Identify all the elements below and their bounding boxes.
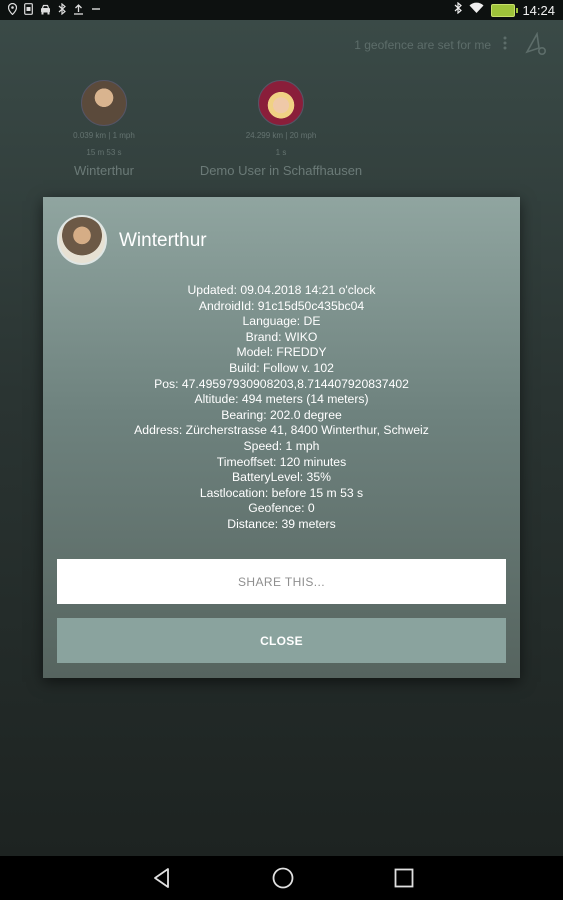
detail-language: Language: DE <box>242 314 321 329</box>
detail-address: Address: Zürcherstrasse 41, 8400 Wintert… <box>134 423 429 438</box>
user-name: Winterthur <box>74 163 134 178</box>
bluetooth-icon <box>58 2 66 19</box>
user-distance-speed: 0.039 km | 1 mph <box>73 131 135 140</box>
share-button[interactable]: SHARE THIS... <box>57 559 506 604</box>
detail-brand: Brand: WIKO <box>245 329 318 344</box>
user-distance-speed: 24.299 km | 20 mph <box>245 131 317 140</box>
detail-position: Pos: 47.49597930908203,8.714407920837402 <box>154 376 409 391</box>
recents-icon[interactable] <box>392 866 416 890</box>
home-icon[interactable] <box>271 866 295 890</box>
location-icon <box>7 2 18 19</box>
more-vert-icon[interactable] <box>500 36 510 54</box>
car-icon <box>40 4 51 19</box>
user-card-demo-user[interactable]: 24.299 km | 20 mph 1 s Demo User in Scha… <box>190 80 372 178</box>
close-button[interactable]: CLOSE <box>57 618 506 663</box>
avatar <box>57 215 107 265</box>
user-last-seen: 1 s <box>275 148 287 157</box>
bluetooth-icon <box>454 1 463 18</box>
detail-model: Model: FREDDY <box>236 345 327 360</box>
user-details-dialog: Winterthur Updated: 09.04.2018 14:21 o'c… <box>43 197 520 678</box>
detail-updated: Updated: 09.04.2018 14:21 o'clock <box>187 283 376 297</box>
detail-battery-level: BatteryLevel: 35% <box>232 470 331 485</box>
detail-altitude: Altitude: 494 meters (14 meters) <box>194 392 369 407</box>
status-bar: 14:24 <box>0 0 563 20</box>
wifi-icon <box>469 2 484 18</box>
detail-distance: Distance: 39 meters <box>227 516 336 531</box>
geofence-status-text[interactable]: 1 geofence are set for me <box>354 38 491 52</box>
dialog-title: Winterthur <box>119 230 207 251</box>
navigation-bar <box>0 856 563 900</box>
sim-icon <box>24 3 33 19</box>
user-card-winterthur[interactable]: 0.039 km | 1 mph 15 m 53 s Winterthur <box>60 80 148 178</box>
detail-build: Build: Follow v. 102 <box>229 360 334 375</box>
detail-timeoffset: Timeoffset: 120 minutes <box>216 454 347 469</box>
upload-icon <box>73 3 84 19</box>
back-icon[interactable] <box>150 866 174 890</box>
battery-icon <box>491 3 519 17</box>
detail-last-location: Lastlocation: before 15 m 53 s <box>199 485 364 500</box>
detail-android-id: AndroidId: 91c15d50c435bc04 <box>198 298 365 313</box>
user-name: Demo User in Schaffhausen <box>199 163 363 178</box>
geofence-icon[interactable] <box>525 31 547 56</box>
user-last-seen: 15 m 53 s <box>86 148 122 157</box>
clock-time: 14:24 <box>522 2 555 18</box>
avatar <box>258 80 304 126</box>
detail-geofence: Geofence: 0 <box>248 501 315 516</box>
minus-icon <box>91 4 101 18</box>
details-list: Updated: 09.04.2018 14:21 o'clock Androi… <box>43 283 520 533</box>
avatar <box>81 80 127 126</box>
detail-bearing: Bearing: 202.0 degree <box>221 407 342 422</box>
detail-speed: Speed: 1 mph <box>243 438 320 453</box>
